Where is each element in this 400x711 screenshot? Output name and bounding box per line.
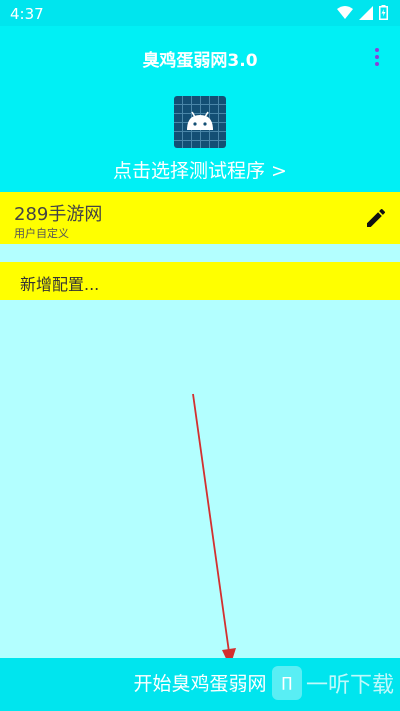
status-bar: 4:37: [0, 0, 400, 26]
android-icon[interactable]: [174, 96, 226, 148]
add-config-label: 新增配置...: [20, 275, 100, 294]
bottom-bar: 开始臭鸡蛋弱网 ∏ 一听下载: [0, 658, 400, 711]
wifi-icon: [337, 5, 353, 19]
more-vert-icon[interactable]: [370, 46, 384, 68]
signal-icon: [359, 5, 373, 20]
watermark-text: 一听下载: [305, 673, 394, 698]
battery-icon: [379, 5, 388, 20]
choose-program-button[interactable]: 点击选择测试程序 >: [0, 156, 400, 183]
status-icons: [337, 5, 388, 20]
watermark: ∏ 一听下载: [271, 666, 394, 700]
config-title: 289手游网: [14, 204, 103, 225]
add-config-button[interactable]: 新增配置...: [0, 262, 400, 300]
watermark-logo-icon: ∏: [271, 666, 302, 700]
page-title: 臭鸡蛋弱网3.0: [142, 51, 258, 71]
app-header: 臭鸡蛋弱网3.0 点击选择测试程序 >: [0, 26, 400, 192]
config-card[interactable]: 289手游网 用户自定义: [0, 192, 400, 244]
status-time: 4:37: [10, 5, 44, 23]
edit-pencil-icon[interactable]: [364, 206, 388, 230]
config-subtitle: 用户自定义: [14, 227, 69, 240]
